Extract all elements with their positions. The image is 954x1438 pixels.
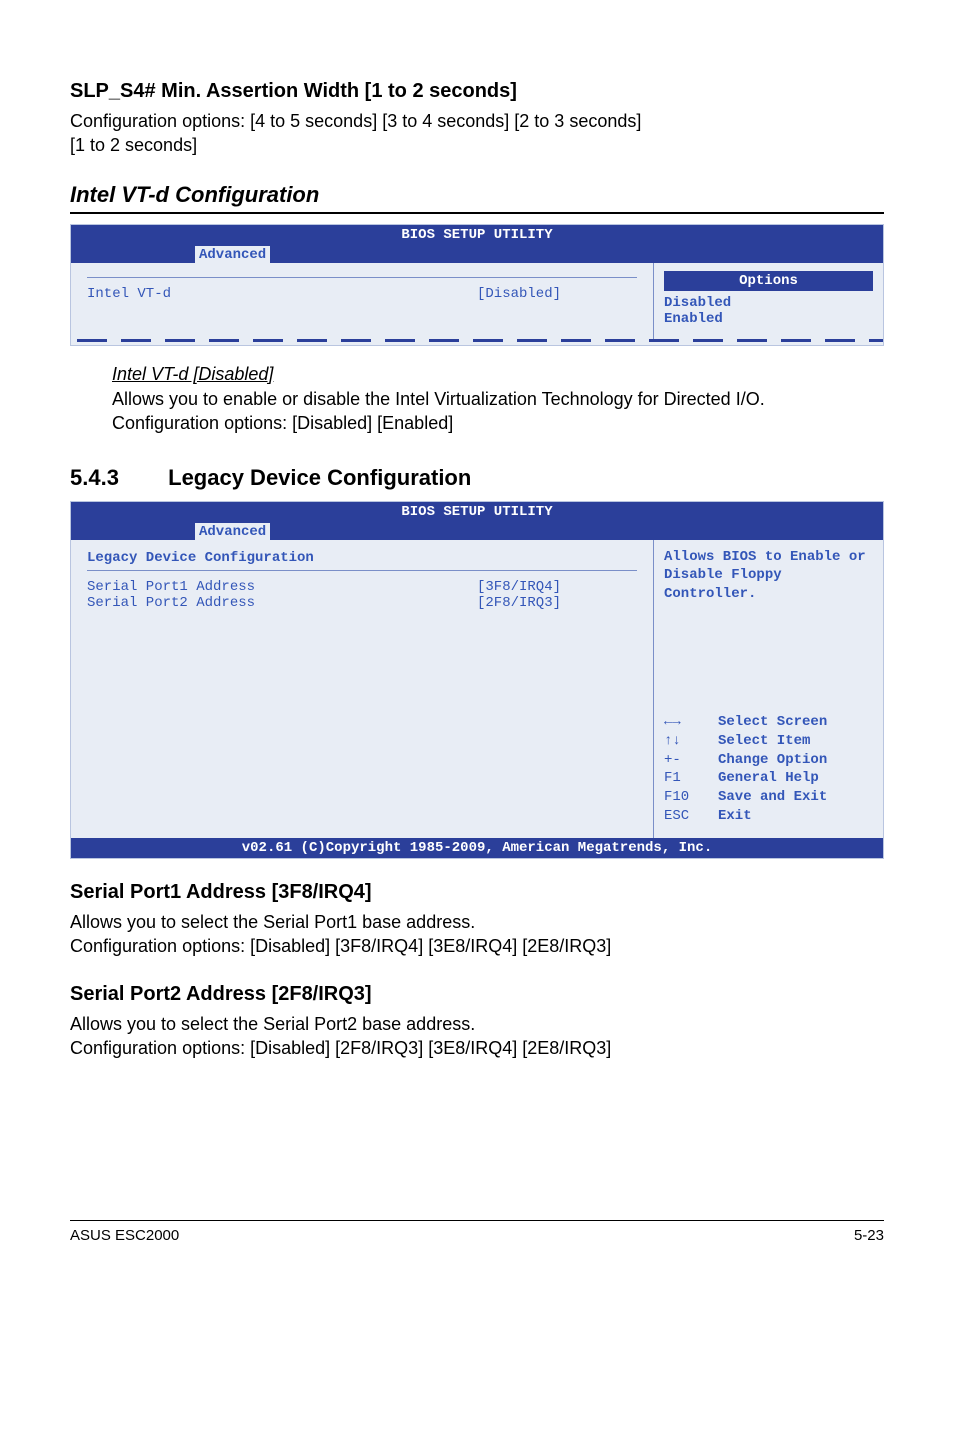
nav-key-arrows-lr: ←→	[664, 713, 718, 732]
bios-row-sp1[interactable]: Serial Port1 Address [3F8/IRQ4]	[87, 579, 637, 595]
footer-right: 5-23	[854, 1227, 884, 1244]
nav-key-f10: F10	[664, 788, 718, 807]
bios-footer: v02.61 (C)Copyright 1985-2009, American …	[71, 838, 883, 858]
vtd-subheading: Intel VT-d [Disabled]	[112, 364, 884, 385]
bios-title-2: BIOS SETUP UTILITY	[71, 502, 883, 520]
sp1-label: Serial Port1 Address	[87, 579, 477, 595]
page-footer: ASUS ESC2000 5-23	[70, 1220, 884, 1244]
nav-label-select-item: Select Item	[718, 732, 810, 751]
sp2-label: Serial Port2 Address	[87, 595, 477, 611]
bios-tab-advanced[interactable]: Advanced	[195, 246, 270, 263]
sp1-value: [3F8/IRQ4]	[477, 579, 637, 595]
section-title: Legacy Device Configuration	[168, 465, 471, 490]
slp-heading: SLP_S4# Min. Assertion Width [1 to 2 sec…	[70, 80, 884, 103]
legacy-header: Legacy Device Configuration	[87, 550, 637, 566]
nav-key-f1: F1	[664, 769, 718, 788]
nav-label-save-exit: Save and Exit	[718, 788, 827, 807]
help-text: Allows BIOS to Enable or Disable Floppy …	[664, 548, 873, 603]
sp1-body: Allows you to select the Serial Port1 ba…	[70, 910, 884, 959]
sp2-heading: Serial Port2 Address [2F8/IRQ3]	[70, 983, 884, 1006]
sp1-heading: Serial Port1 Address [3F8/IRQ4]	[70, 881, 884, 904]
options-header: Options	[664, 271, 873, 291]
slp-body: Configuration options: [4 to 5 seconds] …	[70, 109, 884, 158]
bios-titlebar-2: BIOS SETUP UTILITY Advanced	[71, 502, 883, 540]
sp2-value: [2F8/IRQ3]	[477, 595, 637, 611]
nav-label-change-option: Change Option	[718, 751, 827, 770]
vtd-value: [Disabled]	[477, 286, 637, 302]
sp2-body: Allows you to select the Serial Port2 ba…	[70, 1012, 884, 1061]
bios-titlebar: BIOS SETUP UTILITY Advanced	[71, 225, 883, 263]
bios-title: BIOS SETUP UTILITY	[71, 225, 883, 243]
sp2-line1: Allows you to select the Serial Port2 ba…	[70, 1014, 475, 1034]
nav-key-esc: ESC	[664, 807, 718, 826]
sp2-line2: Configuration options: [Disabled] [2F8/I…	[70, 1038, 611, 1058]
nav-help: ←→Select Screen ↑↓Select Item +-Change O…	[664, 713, 873, 826]
bios-tab-advanced-2[interactable]: Advanced	[195, 523, 270, 540]
nav-label-exit: Exit	[718, 807, 752, 826]
nav-key-arrows-ud: ↑↓	[664, 732, 718, 751]
section-number: 5.4.3	[70, 465, 162, 491]
bios-panel-legacy: BIOS SETUP UTILITY Advanced Legacy Devic…	[70, 501, 884, 859]
vtd-detail-line1: Allows you to enable or disable the Inte…	[112, 387, 884, 411]
bios-panel-vtd: BIOS SETUP UTILITY Advanced Intel VT-d […	[70, 224, 884, 346]
vtd-detail-block: Intel VT-d [Disabled] Allows you to enab…	[112, 364, 884, 436]
vtd-detail-line2: Configuration options: [Disabled] [Enabl…	[112, 411, 884, 435]
sp1-line2: Configuration options: [Disabled] [3F8/I…	[70, 936, 611, 956]
nav-key-plusminus: +-	[664, 751, 718, 770]
slp-line1: Configuration options: [4 to 5 seconds] …	[70, 111, 641, 131]
legacy-section-heading: 5.4.3 Legacy Device Configuration	[70, 465, 884, 491]
footer-left: ASUS ESC2000	[70, 1227, 179, 1244]
nav-label-general-help: General Help	[718, 769, 819, 788]
sp1-line1: Allows you to select the Serial Port1 ba…	[70, 912, 475, 932]
option-disabled[interactable]: Disabled	[664, 295, 873, 311]
vtd-label: Intel VT-d	[87, 286, 477, 302]
bios-bottom-dashes	[71, 339, 883, 345]
nav-label-select-screen: Select Screen	[718, 713, 827, 732]
vtd-section-title: Intel VT-d Configuration	[70, 182, 884, 214]
slp-line2: [1 to 2 seconds]	[70, 135, 197, 155]
divider	[87, 277, 637, 278]
option-enabled[interactable]: Enabled	[664, 311, 873, 327]
bios-row-sp2[interactable]: Serial Port2 Address [2F8/IRQ3]	[87, 595, 637, 611]
divider-2	[87, 570, 637, 571]
bios-row-vtd[interactable]: Intel VT-d [Disabled]	[87, 286, 637, 302]
